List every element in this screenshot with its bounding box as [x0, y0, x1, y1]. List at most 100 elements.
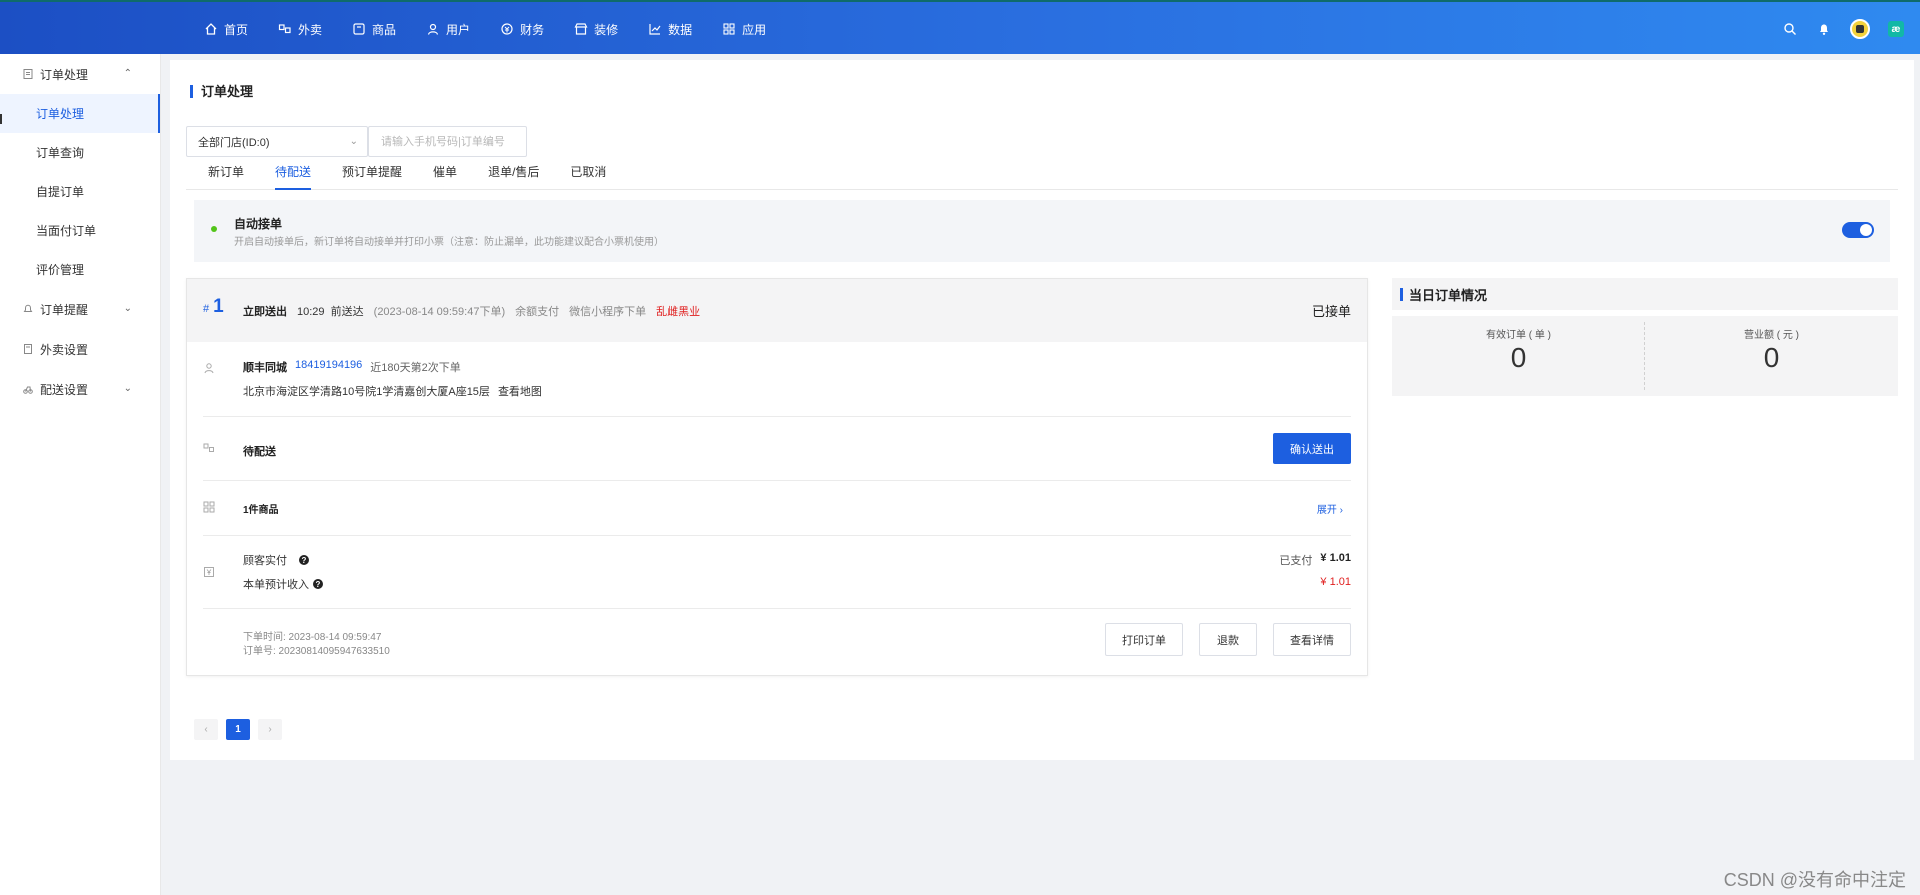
order-payment-method: 余额支付 [515, 306, 560, 318]
nav-item-finance[interactable]: 财务 [500, 21, 544, 38]
sidebar-item-order-query[interactable]: 订单查询 [0, 133, 160, 172]
nav-item-data[interactable]: 数据 [648, 21, 692, 38]
nav-item-label: 用户 [446, 22, 471, 37]
sidebar-group-order-processing[interactable]: 订单处理 ⌃ [0, 54, 160, 94]
order-channel: 微信小程序下单 [569, 306, 647, 318]
sidebar-edge-marker [0, 114, 2, 124]
page-number-button[interactable]: 1 [226, 719, 250, 740]
sidebar-item-face-pay-orders[interactable]: 当面付订单 [0, 211, 160, 250]
bell-icon[interactable] [1816, 21, 1832, 37]
reminder-icon [22, 303, 34, 315]
revenue-label: 营业额 ( 元 ) [1744, 330, 1799, 341]
finance-icon [500, 22, 514, 36]
valid-orders-label: 有效订单 ( 单 ) [1486, 330, 1551, 341]
sidebar-item-pickup-orders[interactable]: 自提订单 [0, 172, 160, 211]
help-icon[interactable]: ? [299, 555, 309, 565]
brand-badge-icon[interactable]: æ [1888, 21, 1904, 37]
store-select-value: 全部门店(ID:0) [198, 136, 270, 149]
grid-icon [203, 501, 215, 516]
nav-item-home[interactable]: 首页 [204, 21, 248, 38]
view-map-link[interactable]: 查看地图 [498, 383, 542, 399]
order-status-tabs: 新订单 待配送 预订单提醒 催单 退单/售后 已取消 [186, 164, 1898, 190]
avatar[interactable] [1850, 19, 1870, 39]
customer-address: 北京市海淀区学清路10号院1学清嘉创大厦A座15层 [243, 386, 490, 398]
sidebar-item-order-processing[interactable]: 订单处理 [0, 94, 160, 133]
order-tag: 乱雌黑业 [656, 306, 701, 318]
sidebar-group-label: 外卖设置 [40, 342, 89, 357]
home-icon [204, 22, 218, 36]
order-type: 立即送出 [243, 306, 287, 318]
auto-accept-toggle[interactable] [1842, 222, 1874, 238]
goods-row: 1件商品 展开 › [203, 481, 1351, 536]
nav-item-label: 数据 [668, 22, 693, 37]
sidebar-group-label: 配送设置 [40, 382, 89, 397]
nav-item-label: 应用 [742, 22, 767, 37]
nav-item-label: 商品 [372, 22, 397, 37]
order-hash: # [203, 303, 210, 315]
nav-item-label: 装修 [594, 22, 619, 37]
chevron-down-icon: ⌄ [123, 383, 132, 394]
print-order-button[interactable]: 打印订单 [1105, 623, 1183, 656]
toggle-knob [1860, 224, 1872, 236]
sidebar-group-order-reminder[interactable]: 订单提醒 ⌄ [0, 289, 160, 329]
top-navigation-bar: 首页 外卖 商品 用户 财务 装修 数据 应用 æ [0, 0, 1920, 54]
store-select[interactable]: 全部门店(ID:0) ⌄ [186, 126, 368, 157]
tab-cancelled[interactable]: 已取消 [570, 164, 606, 190]
view-details-button[interactable]: 查看详情 [1273, 623, 1351, 656]
user-icon [203, 362, 215, 377]
top-nav-menu: 首页 外卖 商品 用户 财务 装修 数据 应用 [204, 2, 796, 56]
confirm-dispatch-button[interactable]: 确认送出 [1273, 433, 1351, 464]
tab-refund-aftersale[interactable]: 退单/售后 [488, 164, 539, 190]
chevron-down-icon: ⌄ [349, 136, 358, 147]
daily-orders-title: 当日订单情况 [1392, 278, 1898, 310]
expand-label: 展开 [1316, 505, 1337, 516]
sidebar-group-takeout-settings[interactable]: 外卖设置 [0, 329, 160, 369]
auto-accept-panel: 自动接单 开启自动接单后，新订单将自动接单并打印小票（注意：防止漏单，此功能建议… [194, 200, 1890, 262]
tab-new-orders[interactable]: 新订单 [208, 164, 244, 190]
income-label: 本单预计收入 [243, 579, 309, 591]
prev-page-button[interactable]: ‹ [194, 719, 218, 740]
nav-item-user[interactable]: 用户 [426, 21, 470, 38]
customer-order-history: 近180天第2次下单 [370, 362, 461, 374]
revenue-stat: 营业额 ( 元 ) 0 [1645, 316, 1898, 396]
nav-item-decoration[interactable]: 装修 [574, 21, 618, 38]
sidebar-group-label: 订单处理 [40, 67, 89, 82]
payment-row: 顾客实付 ? 本单预计收入 ? 已支付 ¥ 1.01 ¥ 1.01 [203, 536, 1351, 609]
delivery-icon [278, 22, 292, 36]
help-icon[interactable]: ? [313, 579, 323, 589]
next-page-button[interactable]: › [258, 719, 282, 740]
nav-item-goods[interactable]: 商品 [352, 21, 396, 38]
avatar-image [1856, 25, 1864, 33]
delivery-row: 待配送 确认送出 [203, 417, 1351, 481]
expand-goods-link[interactable]: 展开 › [1317, 501, 1343, 516]
nav-item-apps[interactable]: 应用 [722, 21, 766, 38]
customer-phone[interactable]: 18419194196 [295, 359, 362, 375]
income-line: 本单预计收入 ? [243, 576, 323, 592]
order-created-time: 下单时间: 2023-08-14 09:59:47 [243, 632, 382, 643]
search-icon[interactable] [1782, 21, 1798, 37]
tab-urge[interactable]: 催单 [433, 164, 457, 190]
order-icon [22, 68, 34, 80]
order-card: #1 立即送出 10:29 前送达 (2023-08-14 09:59:47下单… [186, 278, 1368, 676]
sidebar-group-delivery-settings[interactable]: 配送设置 ⌄ [0, 369, 160, 409]
goods-icon [352, 22, 366, 36]
nav-item-delivery[interactable]: 外卖 [278, 21, 322, 38]
search-input[interactable] [368, 126, 527, 157]
nav-item-label: 外卖 [298, 22, 323, 37]
tab-pending-delivery[interactable]: 待配送 [275, 164, 312, 190]
apps-icon [722, 22, 736, 36]
order-number: #1 [203, 296, 224, 318]
delivery-status-label: 待配送 [243, 446, 276, 458]
page-title: 订单处理 [190, 85, 253, 98]
auto-accept-title: 自动接单 [234, 217, 283, 231]
refund-button[interactable]: 退款 [1199, 623, 1257, 656]
order-number-full: 订单号: 20230814095947633510 [243, 646, 390, 657]
delivery-settings-icon [22, 383, 34, 395]
daily-orders-title-text: 当日订单情况 [1409, 287, 1488, 303]
tab-reservation-reminder[interactable]: 预订单提醒 [342, 164, 402, 190]
order-footer: 下单时间: 2023-08-14 09:59:47 订单号: 202308140… [203, 609, 1351, 673]
valid-orders-stat: 有效订单 ( 单 ) 0 [1392, 316, 1645, 396]
sidebar-item-review-management[interactable]: 评价管理 [0, 250, 160, 289]
revenue-value: 0 [1763, 342, 1780, 373]
status-dot [211, 226, 217, 232]
